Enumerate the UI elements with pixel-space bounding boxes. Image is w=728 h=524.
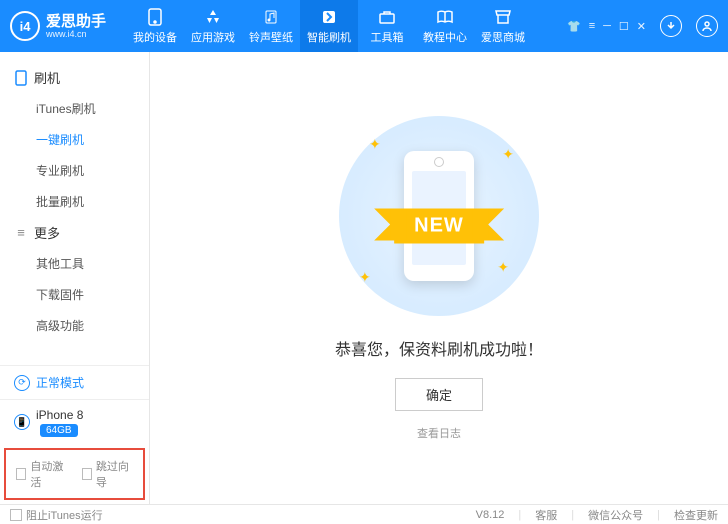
sidebar-item-download[interactable]: 下载固件: [0, 279, 149, 310]
window-controls: 👕 ≡ ─ ☐ ✕: [567, 15, 718, 37]
sidebar: 刷机 iTunes刷机 一键刷机 专业刷机 批量刷机 ≡ 更多 其他工具 下载固…: [0, 52, 150, 504]
update-link[interactable]: 检查更新: [674, 507, 718, 523]
status-bar: 阻止iTunes运行 V8.12 | 客服 | 微信公众号 | 检查更新: [0, 504, 728, 524]
sidebar-item-other[interactable]: 其他工具: [0, 248, 149, 279]
nav-shop[interactable]: 爱思商城: [474, 0, 532, 52]
checkbox-icon: [82, 468, 92, 480]
group-title: 刷机: [34, 68, 60, 87]
titlebar: i4 爱思助手 www.i4.cn 我的设备 应用游戏 铃声壁纸 智能刷机 工具…: [0, 0, 728, 52]
checkbox-icon: [16, 468, 26, 480]
sidebar-item-batch[interactable]: 批量刷机: [0, 186, 149, 217]
check-label: 跳过向导: [96, 458, 133, 490]
nav-label: 铃声壁纸: [249, 29, 293, 45]
sidebar-item-itunes[interactable]: iTunes刷机: [0, 93, 149, 124]
group-title: 更多: [34, 223, 60, 242]
sidebar-group-flash: 刷机: [0, 62, 149, 93]
top-nav: 我的设备 应用游戏 铃声壁纸 智能刷机 工具箱 教程中心 爱思商城: [126, 0, 567, 52]
maximize-icon[interactable]: ☐: [619, 20, 629, 33]
support-link[interactable]: 客服: [535, 507, 557, 523]
nav-apps[interactable]: 应用游戏: [184, 0, 242, 52]
sidebar-group-more: ≡ 更多: [0, 217, 149, 248]
sparkle-icon: ✦: [497, 259, 509, 276]
sidebar-item-advanced[interactable]: 高级功能: [0, 310, 149, 341]
sparkle-icon: ✦: [502, 146, 514, 163]
device-name: iPhone 8: [36, 408, 83, 422]
mode-label: 正常模式: [36, 374, 84, 391]
nav-label: 我的设备: [133, 29, 177, 45]
success-illustration: ✦ ✦ ✦ ✦ NEW: [339, 116, 539, 316]
more-icon: ≡: [14, 226, 28, 240]
version-label: V8.12: [476, 509, 505, 521]
main-content: ✦ ✦ ✦ ✦ NEW 恭喜您，保资料刷机成功啦！ 确定 查看日志: [150, 52, 728, 504]
close-icon[interactable]: ✕: [637, 20, 646, 33]
sidebar-item-pro[interactable]: 专业刷机: [0, 155, 149, 186]
ok-button[interactable]: 确定: [395, 378, 483, 411]
nav-label: 教程中心: [423, 29, 467, 45]
music-icon: [262, 8, 280, 26]
refresh-icon: ⟳: [14, 375, 30, 391]
device-mode[interactable]: ⟳ 正常模式: [0, 366, 149, 399]
user-button[interactable]: [696, 15, 718, 37]
view-log-link[interactable]: 查看日志: [417, 425, 461, 441]
book-icon: [436, 8, 454, 26]
brand-name: 爱思助手: [46, 14, 106, 29]
sidebar-item-oneclick[interactable]: 一键刷机: [0, 124, 149, 155]
sparkle-icon: ✦: [369, 136, 381, 153]
success-message: 恭喜您，保资料刷机成功啦！: [335, 336, 543, 360]
skin-icon[interactable]: 👕: [567, 20, 581, 33]
check-label: 自动激活: [30, 458, 67, 490]
sparkle-icon: ✦: [359, 269, 371, 286]
nav-flash[interactable]: 智能刷机: [300, 0, 358, 52]
block-itunes-check[interactable]: 阻止iTunes运行: [10, 507, 103, 523]
new-ribbon: NEW: [394, 208, 484, 243]
logo-icon: i4: [10, 11, 40, 41]
options-row: 自动激活 跳过向导: [4, 448, 145, 500]
nav-tutorial[interactable]: 教程中心: [416, 0, 474, 52]
nav-ringtone[interactable]: 铃声壁纸: [242, 0, 300, 52]
skip-guide-check[interactable]: 跳过向导: [82, 458, 134, 490]
checkbox-icon: [10, 509, 22, 521]
brand-url: www.i4.cn: [46, 29, 106, 39]
phone-icon: [146, 8, 164, 26]
phone-outline-icon: [14, 71, 28, 85]
download-button[interactable]: [660, 15, 682, 37]
auto-activate-check[interactable]: 自动激活: [16, 458, 68, 490]
device-info[interactable]: 📱 iPhone 8 64GB: [0, 399, 149, 444]
nav-label: 工具箱: [371, 29, 404, 45]
apps-icon: [204, 8, 222, 26]
toolbox-icon: [378, 8, 396, 26]
nav-tools[interactable]: 工具箱: [358, 0, 416, 52]
check-label: 阻止iTunes运行: [26, 507, 103, 523]
minimize-icon[interactable]: ─: [603, 20, 611, 32]
nav-label: 爱思商城: [481, 29, 525, 45]
storage-badge: 64GB: [40, 424, 78, 437]
nav-device[interactable]: 我的设备: [126, 0, 184, 52]
device-icon: 📱: [14, 414, 30, 430]
app-logo: i4 爱思助手 www.i4.cn: [10, 11, 106, 41]
nav-label: 智能刷机: [307, 29, 351, 45]
flash-icon: [320, 8, 338, 26]
menu-icon[interactable]: ≡: [589, 20, 595, 32]
nav-label: 应用游戏: [191, 29, 235, 45]
shop-icon: [494, 8, 512, 26]
wechat-link[interactable]: 微信公众号: [588, 507, 643, 523]
